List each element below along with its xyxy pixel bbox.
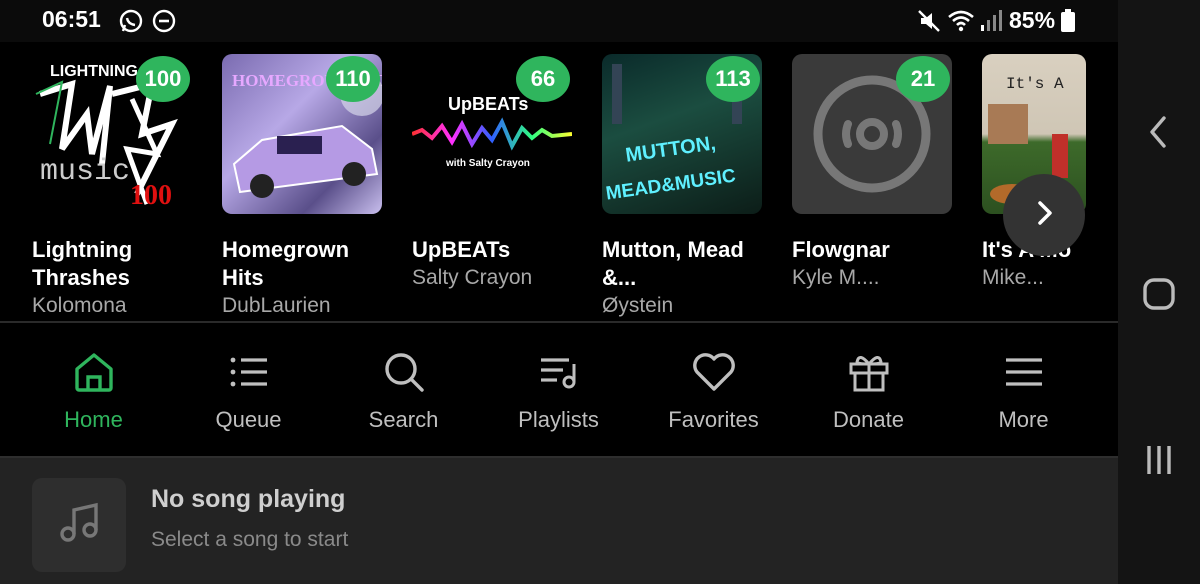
recents-button[interactable]	[1118, 442, 1200, 483]
album-card[interactable]: LIGHTNING music 100 100 Lightning Thrash…	[32, 54, 192, 320]
album-title: Homegrown Hits	[222, 237, 350, 290]
tab-label: Queue	[215, 407, 282, 432]
track-count-badge: 66	[516, 56, 570, 102]
album-card[interactable]: It's A It's A Mo Mike...	[982, 54, 1092, 292]
heart-icon	[636, 345, 791, 399]
wifi-icon	[946, 8, 976, 39]
album-cover: LIGHTNING music 100 100	[32, 54, 192, 214]
cover-subtext: with Salty Crayon	[445, 158, 530, 169]
playlist-icon	[481, 345, 636, 399]
album-title: Flowgnar	[792, 237, 890, 262]
tab-home[interactable]: Home	[16, 345, 171, 433]
battery-percent: 85%	[1009, 7, 1056, 33]
cover-text: LIGHTNING	[50, 63, 138, 80]
album-title: Mutton, Mead &...	[602, 237, 744, 290]
home-button[interactable]	[1118, 276, 1200, 317]
album-title: UpBEATs	[412, 237, 511, 262]
track-count-badge: 110	[326, 56, 380, 102]
album-cover: MUTTON, MEAD&MUSIC 113	[602, 54, 762, 214]
svg-text:music: music	[40, 155, 130, 189]
chevron-right-icon	[1029, 198, 1059, 233]
album-card[interactable]: HOMEGROWN HITS 110 Homegrown Hits DubLau…	[222, 54, 382, 320]
music-note-icon	[56, 500, 102, 551]
album-card[interactable]: UpBEATs with Salty Crayon 66 UpBEATs Sal…	[412, 54, 572, 292]
bottom-navigation: Home Queue Search Playlists Favorites Do…	[0, 323, 1118, 456]
tab-label: Search	[368, 407, 439, 432]
home-icon	[16, 345, 171, 399]
album-cover: HOMEGROWN HITS 110	[222, 54, 382, 214]
tab-label: Favorites	[668, 407, 759, 432]
back-icon	[1144, 114, 1174, 155]
tab-more[interactable]: More	[946, 345, 1101, 433]
queue-icon	[171, 345, 326, 399]
album-cover: 21	[792, 54, 952, 214]
album-artist: Kolomona	[32, 294, 127, 317]
system-navigation-bar	[1118, 0, 1200, 584]
mute-icon	[916, 8, 942, 39]
tab-queue[interactable]: Queue	[171, 345, 326, 433]
tab-label: Donate	[833, 407, 904, 432]
svg-text:100: 100	[130, 180, 172, 211]
album-cover: UpBEATs with Salty Crayon 66	[412, 54, 572, 214]
tab-donate[interactable]: Donate	[791, 345, 946, 433]
tab-label: Playlists	[518, 407, 599, 432]
album-carousel: LIGHTNING music 100 100 Lightning Thrash…	[0, 42, 1118, 322]
album-card[interactable]: MUTTON, MEAD&MUSIC 113 Mutton, Mead &...…	[602, 54, 762, 320]
now-playing-subtitle: Select a song to start	[151, 528, 349, 551]
clock: 06:51	[42, 6, 101, 32]
album-artist: DubLaurien	[222, 294, 331, 317]
now-playing-bar[interactable]: No song playing Select a song to start	[0, 456, 1118, 584]
album-artist: Salty Crayon	[412, 266, 533, 289]
album-card[interactable]: 21 Flowgnar Kyle M....	[792, 54, 952, 292]
now-playing-title: No song playing	[151, 485, 346, 513]
album-title: Lightning Thrashes	[32, 237, 133, 290]
now-playing-artwork	[32, 478, 126, 572]
recents-icon	[1141, 442, 1177, 483]
track-count-badge: 21	[896, 56, 950, 102]
album-artist: Øystein	[602, 294, 674, 317]
tab-favorites[interactable]: Favorites	[636, 345, 791, 433]
scroll-right-button[interactable]	[1003, 174, 1085, 256]
tab-search[interactable]: Search	[326, 345, 481, 433]
search-icon	[326, 345, 481, 399]
tab-playlists[interactable]: Playlists	[481, 345, 636, 433]
svg-text:MEAD&MUSIC: MEAD&MUSIC	[605, 165, 738, 204]
gift-icon	[791, 345, 946, 399]
battery-icon	[1060, 8, 1076, 39]
signal-icon	[979, 8, 1003, 39]
tab-label: Home	[64, 407, 123, 432]
cover-text: UpBEATs	[448, 94, 528, 114]
tab-label: More	[998, 407, 1049, 432]
home-square-icon	[1141, 276, 1177, 317]
do-not-disturb-icon	[151, 8, 177, 39]
cover-text: It's A	[1006, 75, 1064, 93]
back-button[interactable]	[1118, 114, 1200, 155]
status-bar: 06:51 85%	[0, 0, 1118, 42]
whatsapp-icon	[118, 8, 144, 39]
svg-text:MUTTON,: MUTTON,	[624, 132, 717, 166]
album-artist: Mike...	[982, 266, 1044, 289]
album-artist: Kyle M....	[792, 266, 880, 289]
track-count-badge: 100	[136, 56, 190, 102]
menu-icon	[946, 345, 1101, 399]
track-count-badge: 113	[706, 56, 760, 102]
